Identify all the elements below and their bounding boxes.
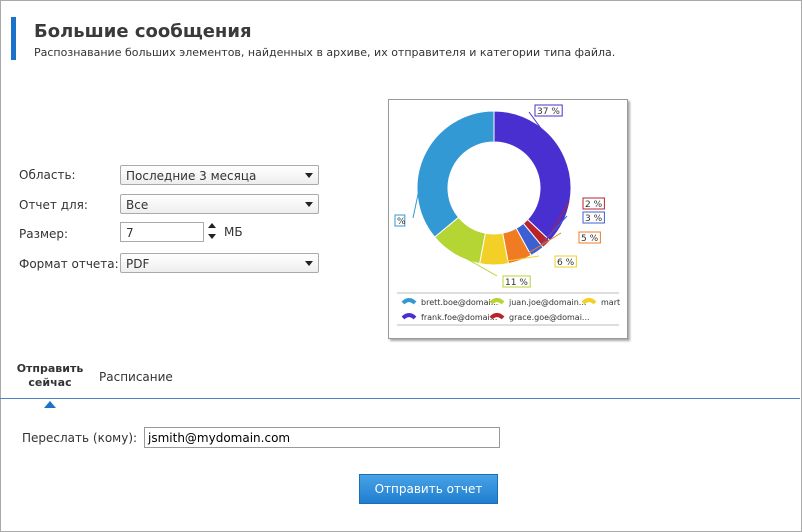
- chevron-down-icon: [305, 202, 313, 207]
- chart-slice: [493, 110, 572, 242]
- spin-up-icon[interactable]: [208, 223, 216, 228]
- legend-swatch: [401, 298, 417, 305]
- legend-swatch: [401, 313, 417, 320]
- slice-label: 37 %: [537, 107, 560, 117]
- page-subtitle: Распознавание больших элементов, найденн…: [34, 46, 616, 59]
- report-for-label: Отчет для:: [19, 198, 88, 212]
- slice-label: 6 %: [557, 258, 575, 268]
- legend-swatch: [581, 298, 597, 305]
- donut-chart: 37 % 2 % 3 % 5 % 6 % 11 %% brett.boe@domai... j…: [394, 104, 620, 326]
- scope-select[interactable]: Последние 3 месяца: [120, 165, 319, 185]
- slice-label: %: [397, 217, 406, 227]
- size-label: Размер:: [19, 227, 69, 241]
- chevron-down-icon: [305, 261, 313, 266]
- report-for-select[interactable]: Все: [120, 194, 319, 214]
- page-title: Большие сообщения: [34, 21, 252, 42]
- legend-item-label: mart: [601, 298, 620, 307]
- chart-slice: [416, 110, 495, 238]
- active-tab-indicator: [44, 401, 56, 408]
- legend-item-label: grace.goe@domai...: [509, 313, 590, 322]
- tab-divider: [0, 398, 800, 399]
- chart-panel: 37 % 2 % 3 % 5 % 6 % 11 %% brett.boe@domai... j…: [388, 99, 628, 339]
- slice-label: 3 %: [585, 214, 603, 224]
- scope-label: Область:: [19, 168, 76, 182]
- scope-select-value: Последние 3 месяца: [126, 169, 257, 183]
- slice-label: 5 %: [581, 234, 599, 244]
- slice-label: 2 %: [585, 200, 603, 210]
- send-report-button[interactable]: Отправить отчет: [359, 474, 498, 504]
- slice-label: 11 %: [505, 278, 528, 288]
- format-select[interactable]: PDF: [120, 253, 319, 273]
- spin-down-icon[interactable]: [208, 234, 216, 239]
- title-accent-bar: [11, 17, 16, 60]
- legend-item-label: juan.joe@domain...: [508, 298, 586, 307]
- format-label: Формат отчета:: [19, 257, 119, 271]
- size-unit: МБ: [224, 225, 243, 239]
- report-for-select-value: Все: [126, 198, 149, 212]
- legend-item-label: frank.foe@domai...: [421, 313, 497, 322]
- format-select-value: PDF: [126, 257, 150, 271]
- size-input[interactable]: 7: [120, 222, 204, 242]
- legend-item-label: brett.boe@domai...: [421, 298, 498, 307]
- forward-to-input[interactable]: jsmith@mydomain.com: [144, 427, 500, 448]
- tab-send-now[interactable]: Отправить сейчас: [16, 362, 84, 390]
- tab-schedule[interactable]: Расписание: [99, 370, 173, 384]
- forward-to-label: Переслать (кому):: [22, 431, 138, 445]
- chevron-down-icon: [305, 173, 313, 178]
